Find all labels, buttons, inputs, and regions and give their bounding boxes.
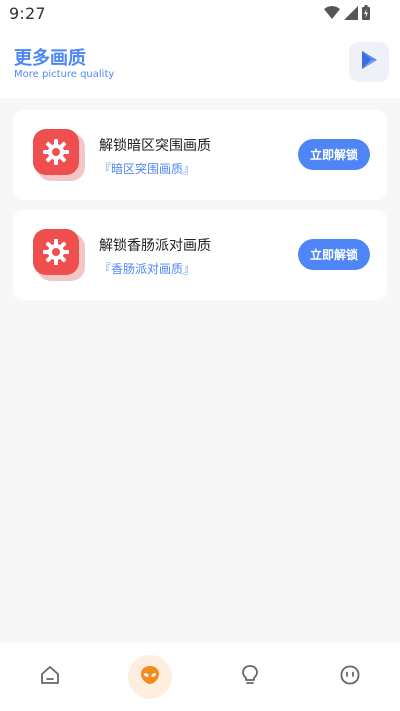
status-icons	[324, 5, 370, 24]
play-store-button[interactable]	[349, 42, 389, 82]
status-time: 9:27	[9, 4, 46, 23]
home-icon	[39, 664, 61, 690]
card-description: 『暗区突围画质』	[99, 162, 196, 176]
card-description: 『香肠派对画质』	[99, 262, 196, 276]
nav-alien[interactable]	[128, 655, 172, 699]
card-title: 解锁暗区突围画质	[99, 138, 211, 154]
play-store-icon	[359, 50, 379, 74]
settings-gear-icon	[33, 229, 79, 275]
card-icon-container	[33, 229, 85, 281]
unlock-button[interactable]: 立即解锁	[298, 139, 370, 170]
card-title: 解锁香肠派对画质	[99, 238, 211, 254]
alien-icon	[139, 664, 161, 690]
battery-icon	[362, 5, 370, 24]
page-header: 更多画质 More picture quality	[0, 28, 400, 98]
face-icon	[339, 664, 361, 690]
card-icon-container	[33, 129, 85, 181]
wifi-icon	[324, 5, 340, 24]
nav-lightbulb[interactable]	[228, 655, 272, 699]
page-subtitle: More picture quality	[14, 69, 115, 80]
unlock-button[interactable]: 立即解锁	[298, 239, 370, 270]
unlock-card: 解锁香肠派对画质 『香肠派对画质』 立即解锁	[13, 210, 387, 300]
cell-signal-icon	[344, 5, 358, 24]
unlock-card: 解锁暗区突围画质 『暗区突围画质』 立即解锁	[13, 110, 387, 200]
page-title: 更多画质	[14, 48, 86, 69]
bottom-nav	[0, 643, 400, 711]
lightbulb-icon	[239, 664, 261, 690]
nav-face[interactable]	[328, 655, 372, 699]
nav-home[interactable]	[28, 655, 72, 699]
status-bar: 9:27	[0, 0, 400, 28]
settings-gear-icon	[33, 129, 79, 175]
